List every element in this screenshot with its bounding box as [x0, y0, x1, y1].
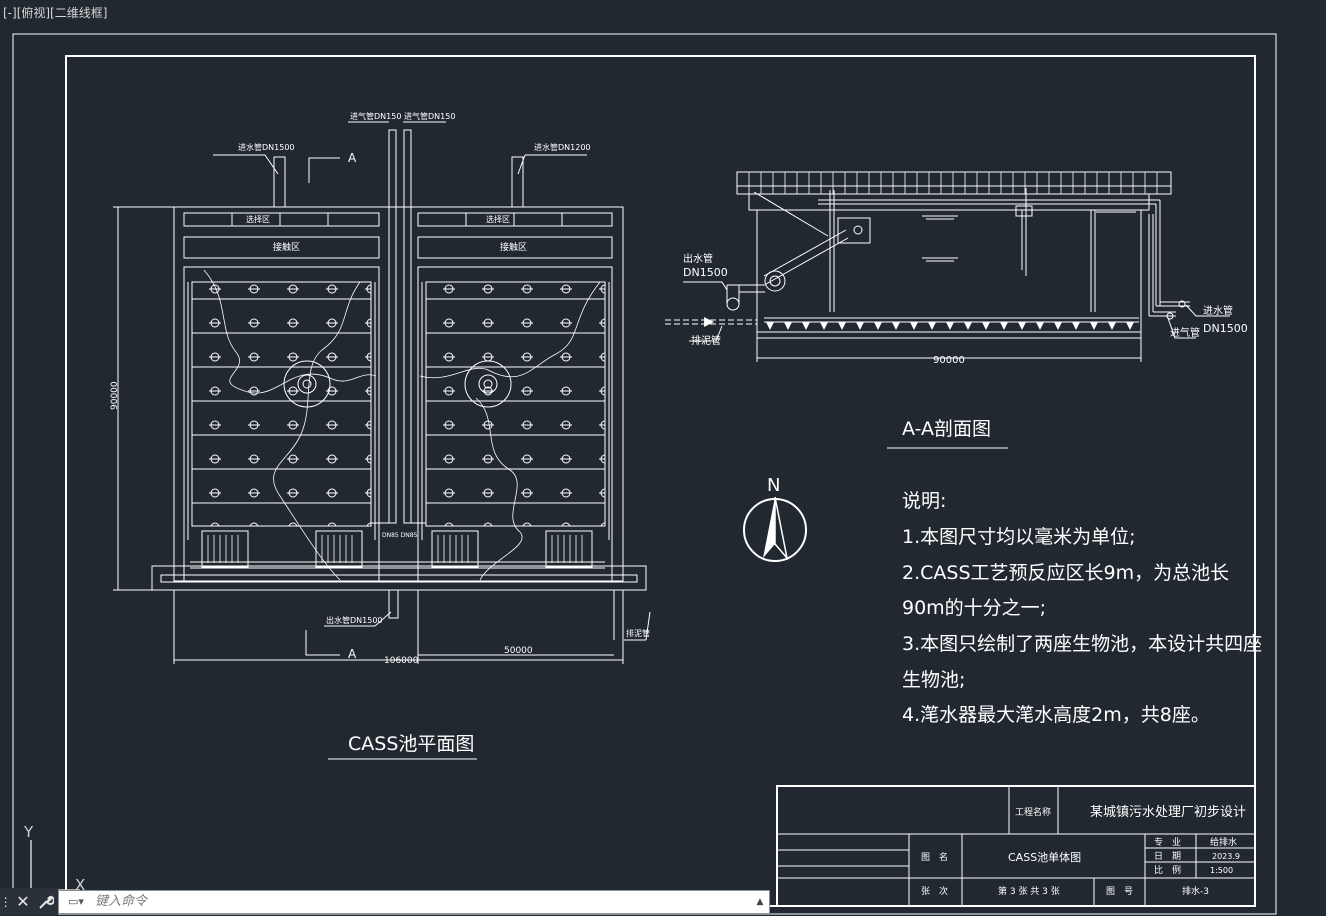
- dim-height: 90000: [110, 381, 120, 410]
- notes-heading: 说明:: [902, 490, 946, 512]
- section-inlet-dn: DN1500: [1203, 322, 1248, 335]
- outlet-label: 出水管DN1500: [326, 615, 383, 625]
- tb-project-label: 工程名称: [1015, 806, 1051, 818]
- north-label: N: [767, 475, 780, 496]
- section-air-label: 进气管: [1170, 326, 1200, 339]
- tb-specialty-label: 专 业: [1154, 836, 1181, 848]
- contact-zone-left: 接触区: [273, 241, 300, 253]
- plan-view-title: CASS池平面图: [348, 733, 474, 755]
- drag-handle-icon[interactable]: ⋮: [0, 895, 12, 909]
- ucs-y-label: Y: [23, 823, 34, 841]
- note-line-3: 90m的十分之一;: [902, 597, 1046, 619]
- note-line-4: 3.本图只绘制了两座生物池，本设计共四座: [902, 633, 1262, 655]
- tb-number-value: 排水-3: [1182, 885, 1209, 897]
- notes-block: 说明: 1.本图尺寸均以毫米为单位; 2.CASS工艺预反应区长9m，为总池长 …: [902, 490, 1262, 726]
- tb-date-label: 日 期: [1154, 851, 1181, 862]
- tb-date-value: 2023.9: [1212, 852, 1240, 861]
- title-block-text: 工程名称 某城镇污水处理厂初步设计 图 名 CASS池单体图 专 业 给排水 日…: [921, 805, 1246, 897]
- ucs-icon: Y X: [23, 823, 85, 894]
- tb-sheet-value: 第 3 张 共 3 张: [998, 885, 1060, 897]
- inlet-right-label: 进水管DN1200: [534, 142, 591, 152]
- note-line-6: 4.滗水器最大滗水高度2m，共8座。: [902, 704, 1210, 726]
- command-bar: ⋮ ✕ ▭▾ ▲: [0, 888, 770, 915]
- north-arrow-icon: N: [743, 475, 807, 562]
- command-input[interactable]: [93, 890, 751, 913]
- tb-drawing-label: 图 名: [921, 851, 948, 863]
- command-tools: ⋮ ✕: [0, 888, 58, 915]
- section-view: [665, 171, 1230, 362]
- section-inlet-label: 进水管: [1203, 304, 1233, 317]
- cad-drawing-area[interactable]: 进水管DN1500 进水管DN1200 进气管DN150 进气管DN150 A …: [0, 0, 1326, 916]
- note-line-5: 生物池;: [902, 669, 965, 691]
- tb-scale-label: 比 例: [1154, 864, 1181, 876]
- drain-label: 排泥管: [626, 628, 650, 638]
- section-marker-top: A: [348, 151, 357, 165]
- note-line-2: 2.CASS工艺预反应区长9m，为总池长: [902, 562, 1229, 584]
- section-outlet-dn: DN1500: [683, 266, 728, 279]
- section-length-dim: 90000: [933, 355, 965, 366]
- tb-sheet-label: 张 次: [921, 885, 948, 897]
- section-view-labels: 出水管 DN1500 排泥管 进水管 DN1500 进气管 90000 A-A剖…: [683, 252, 1248, 440]
- section-drain-label: 排泥管: [691, 334, 721, 347]
- tb-specialty-value: 给排水: [1210, 836, 1237, 848]
- select-zone-right: 选择区: [486, 214, 510, 224]
- tb-scale-value: 1:500: [1210, 866, 1233, 875]
- section-marker-bottom: A: [348, 647, 357, 661]
- wrench-icon[interactable]: [37, 894, 55, 910]
- small-pipes-label: DN85 DN85: [382, 532, 418, 539]
- select-zone-left: 选择区: [246, 214, 270, 224]
- tb-drawing-name: CASS池单体图: [1008, 850, 1081, 864]
- air-left-label: 进气管DN150: [350, 111, 401, 121]
- tb-project-name: 某城镇污水处理厂初步设计: [1090, 805, 1246, 820]
- history-arrow-icon[interactable]: ▲: [751, 897, 769, 907]
- section-outlet-label: 出水管: [683, 252, 713, 265]
- command-prompt-icon[interactable]: ▭▾: [59, 895, 93, 908]
- tb-number-label: 图 号: [1106, 886, 1133, 897]
- contact-zone-right: 接触区: [500, 241, 527, 253]
- section-diffusers: [704, 317, 1134, 330]
- dim-half-width: 50000: [504, 646, 533, 656]
- command-input-wrapper: ▭▾ ▲: [58, 889, 770, 914]
- dim-total-width: 106000: [384, 656, 419, 666]
- air-right-label: 进气管DN150: [404, 111, 455, 121]
- section-view-title: A-A剖面图: [902, 418, 991, 440]
- note-line-1: 1.本图尺寸均以毫米为单位;: [902, 526, 1136, 548]
- close-icon[interactable]: ✕: [14, 892, 32, 911]
- inlet-left-label: 进水管DN1500: [238, 142, 295, 152]
- plan-view: [113, 121, 651, 664]
